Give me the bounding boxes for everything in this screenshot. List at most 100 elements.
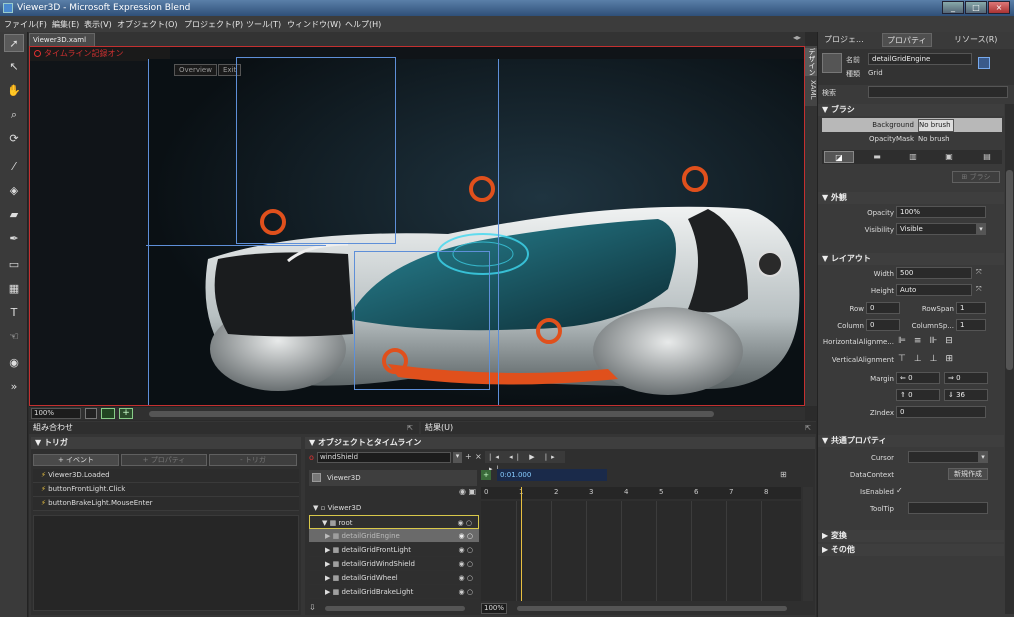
width-field[interactable]: 500 bbox=[896, 267, 972, 279]
text-tool-icon[interactable]: T bbox=[4, 304, 24, 322]
timeline-horizontal-scrollbar[interactable] bbox=[517, 606, 787, 611]
grid-tool-icon[interactable]: ▦ bbox=[4, 280, 24, 298]
tile-brush-icon[interactable]: ▣ bbox=[934, 151, 964, 163]
pin-icon[interactable]: ⇱ bbox=[407, 424, 413, 432]
hotspot-marker[interactable] bbox=[382, 348, 408, 374]
paint-bucket-tool-icon[interactable]: ◈ bbox=[4, 182, 24, 200]
storyboard-select[interactable]: windShield bbox=[317, 452, 451, 463]
remove-trigger-button[interactable]: - トリガ bbox=[209, 454, 297, 466]
viewport-3d[interactable]: Overview Exit bbox=[146, 57, 804, 405]
playback-controls[interactable]: |◂ ◂| ▶ |▸ ▸| bbox=[485, 451, 565, 473]
keyframe-icon[interactable]: + bbox=[481, 470, 491, 480]
scope-row[interactable]: Viewer3D bbox=[309, 470, 477, 486]
properties-scrollbar[interactable] bbox=[1005, 104, 1014, 614]
tab-resources[interactable]: リソース(R) bbox=[950, 33, 1001, 47]
visibility-select[interactable]: Visible bbox=[896, 223, 986, 235]
name-field[interactable]: detailGridEngine bbox=[868, 53, 972, 65]
scroll-down-icon[interactable]: ⇩ bbox=[309, 603, 316, 612]
snap-grid-icon[interactable] bbox=[101, 408, 115, 419]
other-section-header[interactable]: ▶ その他 bbox=[818, 544, 1004, 556]
property-search-input[interactable] bbox=[868, 86, 1008, 98]
control-tool-icon[interactable]: ☜ bbox=[4, 328, 24, 346]
appearance-section-header[interactable]: ▼ 外観 bbox=[818, 192, 1004, 204]
column-field[interactable]: 0 bbox=[866, 319, 900, 331]
artboard-zoom-select[interactable]: 100% bbox=[31, 408, 81, 419]
eyedropper-tool-icon[interactable]: ⁄ bbox=[4, 158, 24, 176]
isenabled-checkbox[interactable]: ✓ bbox=[896, 486, 903, 495]
tab-dropdown-icon[interactable]: ◂▸ bbox=[793, 33, 801, 42]
scope-up-icon[interactable] bbox=[312, 473, 321, 482]
hotspot-marker[interactable] bbox=[469, 176, 495, 202]
cursor-dropdown-icon[interactable]: ▾ bbox=[978, 451, 988, 463]
menu-project[interactable]: プロジェクト(P) bbox=[184, 19, 243, 30]
tree-row-root[interactable]: ▼ ▦ root ◉ ○ bbox=[309, 515, 479, 529]
zindex-field[interactable]: 0 bbox=[896, 406, 986, 418]
pen-tool-icon[interactable]: ✒ bbox=[4, 230, 24, 248]
margin-bottom-field[interactable]: ⇓ 36 bbox=[944, 389, 988, 401]
snap-lines-icon[interactable]: + bbox=[119, 408, 133, 419]
height-auto-icon[interactable]: ⤧ bbox=[976, 285, 982, 294]
layout-section-header[interactable]: ▼ レイアウト bbox=[818, 253, 1004, 265]
menu-object[interactable]: オブジェクト(O) bbox=[117, 19, 178, 30]
events-toggle-icon[interactable] bbox=[978, 57, 990, 69]
design-view-tab[interactable]: デザイン bbox=[805, 48, 817, 76]
zoom-tool-icon[interactable]: ⌕ bbox=[4, 106, 24, 124]
artboard[interactable]: タイムライン記録オン Overview Exit bbox=[29, 46, 805, 406]
trigger-item[interactable]: ⚡ Viewer3D.Loaded bbox=[33, 469, 299, 483]
hotspot-marker[interactable] bbox=[260, 209, 286, 235]
add-property-button[interactable]: + プロパティ bbox=[121, 454, 207, 466]
xaml-view-tab[interactable]: XAML bbox=[805, 80, 817, 104]
close-storyboard-icon[interactable]: × bbox=[475, 452, 482, 461]
tab-properties[interactable]: プロパティ bbox=[882, 33, 932, 47]
timeline-ruler[interactable]: 0 1 2 3 4 5 6 7 8 bbox=[481, 487, 801, 499]
menu-file[interactable]: ファイル(F) bbox=[4, 19, 47, 30]
height-field[interactable]: Auto bbox=[896, 284, 972, 296]
more-tools-icon[interactable]: » bbox=[4, 378, 24, 396]
no-brush-icon[interactable]: ◪ bbox=[824, 151, 854, 163]
timeline-zoom-field[interactable]: 100% bbox=[481, 603, 507, 614]
background-brush-row[interactable]: Background No brush bbox=[822, 118, 1002, 132]
selection-tool-icon[interactable]: ➚ bbox=[4, 34, 24, 52]
vertical-alignment-buttons[interactable]: ⊤⊥⊥⊞ bbox=[898, 354, 990, 367]
menu-help[interactable]: ヘルプ(H) bbox=[345, 19, 381, 30]
tree-row-wheel[interactable]: ▶ ▦ detailGridWheel ◉ ○ bbox=[309, 571, 479, 585]
tab-project[interactable]: プロジェ... bbox=[820, 33, 868, 47]
transform-section-header[interactable]: ▶ 変換 bbox=[818, 530, 1004, 542]
maximize-button[interactable]: □ bbox=[965, 1, 987, 14]
common-section-header[interactable]: ▼ 共通プロパティ bbox=[818, 435, 1004, 447]
resource-brush-icon[interactable]: ▤ bbox=[972, 151, 1002, 163]
width-auto-icon[interactable]: ⤧ bbox=[976, 268, 982, 277]
rectangle-tool-icon[interactable]: ▭ bbox=[4, 256, 24, 274]
menu-view[interactable]: 表示(V) bbox=[84, 19, 112, 30]
time-display[interactable]: 0:01.000 bbox=[497, 469, 607, 481]
trigger-item[interactable]: ⚡ buttonBrakeLight.MouseEnter bbox=[33, 497, 299, 511]
horizontal-alignment-buttons[interactable]: ⊫≡⊪⊟ bbox=[898, 336, 990, 349]
asset-tool-icon[interactable]: ◉ bbox=[4, 354, 24, 372]
document-tab[interactable]: Viewer3D.xaml × bbox=[29, 33, 95, 56]
brush-transform-tool-icon[interactable]: ▰ bbox=[4, 206, 24, 224]
new-datacontext-button[interactable]: 新規作成 bbox=[948, 468, 988, 480]
columnspan-field[interactable]: 1 bbox=[956, 319, 986, 331]
visibility-dropdown-icon[interactable]: ▾ bbox=[976, 223, 986, 235]
close-window-button[interactable]: × bbox=[988, 1, 1010, 14]
opacitymask-brush-row[interactable]: OpacityMask No brush bbox=[822, 133, 1002, 146]
storyboard-dropdown-icon[interactable]: ▾ bbox=[453, 452, 462, 463]
solid-brush-icon[interactable]: ▬ bbox=[862, 151, 892, 163]
tree-row-engine[interactable]: ▶ ▦ detailGridEngine ◉ ○ bbox=[309, 529, 479, 543]
menu-tools[interactable]: ツール(T) bbox=[246, 19, 281, 30]
hotspot-marker[interactable] bbox=[536, 318, 562, 344]
playhead[interactable] bbox=[521, 487, 522, 601]
new-storyboard-icon[interactable]: + bbox=[465, 452, 472, 461]
rowspan-field[interactable]: 1 bbox=[956, 302, 986, 314]
opacity-field[interactable]: 100% bbox=[896, 206, 986, 218]
camera-orbit-tool-icon[interactable]: ⟳ bbox=[4, 130, 24, 148]
direct-selection-tool-icon[interactable]: ↖ bbox=[4, 58, 24, 76]
gradient-brush-icon[interactable]: ▥ bbox=[898, 151, 928, 163]
add-event-button[interactable]: + イベント bbox=[33, 454, 119, 466]
row-field[interactable]: 0 bbox=[866, 302, 900, 314]
snap-timeline-icon[interactable]: ⊞ bbox=[780, 470, 787, 479]
tree-row-brakelight[interactable]: ▶ ▦ detailGridBrakeLight ◉ ○ bbox=[309, 585, 479, 599]
results-tab[interactable]: 結果(U) bbox=[425, 423, 453, 432]
cursor-select[interactable] bbox=[908, 451, 988, 463]
tree-row-frontlight[interactable]: ▶ ▦ detailGridFrontLight ◉ ○ bbox=[309, 543, 479, 557]
